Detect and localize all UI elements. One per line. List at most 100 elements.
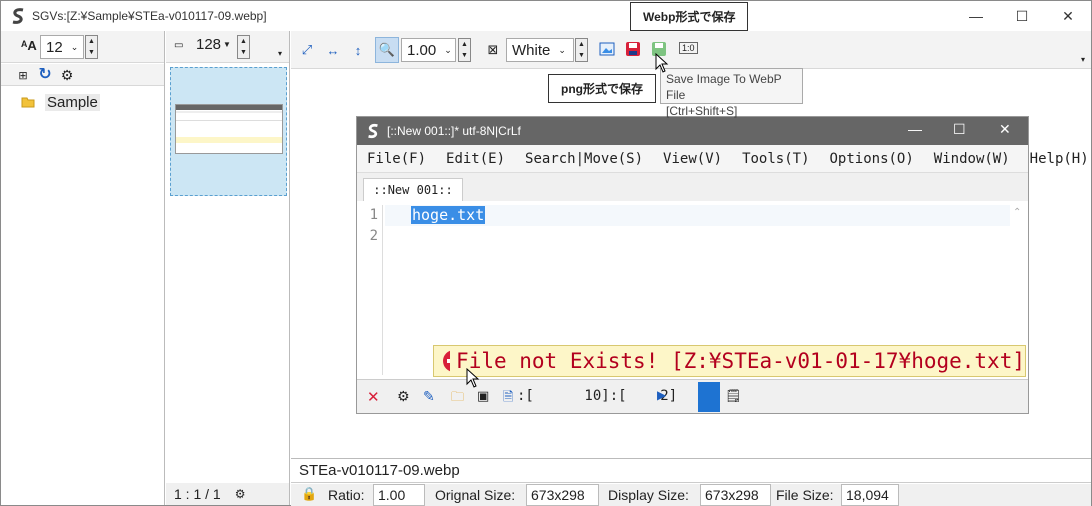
background-stepper[interactable]: ▲ ▼ (575, 38, 588, 62)
close-doc-icon: ✕ (367, 389, 380, 406)
filename-label: STEa-v010117-09.webp (299, 462, 460, 479)
menu-view: View(V) (663, 150, 723, 167)
menu-search: Search|Move(S) (525, 150, 644, 167)
scroll-up-icon: ⌃ (1013, 207, 1022, 218)
app-logo-icon (12, 8, 24, 24)
mouse-cursor-icon (466, 368, 480, 388)
menu-window: Window(W) (933, 150, 1010, 167)
menu-file: File(F) (367, 150, 427, 167)
editor-title: [::New 001::]* utf-8N|CrLf (387, 124, 521, 138)
zoom-value: 1.00 (407, 41, 437, 59)
thumb-size-value: 128 (196, 36, 222, 53)
original-size-value: 673x298 (526, 484, 599, 506)
editor-toolbar: ✕ ⚙ ✎ 🗀 ▣ 🗎 :[ 10]:[ 2] ▶ 🗒 (357, 379, 1028, 413)
refresh-icon[interactable]: ↻ (35, 64, 55, 84)
selected-text: hoge.txt (411, 206, 486, 224)
fit-width-icon[interactable]: ↔ (323, 40, 343, 60)
actual-size-icon[interactable]: 1:0 (679, 42, 698, 54)
menu-help: Help(H) (1029, 150, 1089, 167)
page-counter: 1 : 1 / 1 (174, 486, 221, 502)
editor-minimize-icon: — (908, 121, 922, 137)
png-callout: png形式で保存 (548, 74, 656, 103)
terminal-icon: ▣ (477, 388, 490, 403)
display-size-value: 673x298 (700, 484, 771, 506)
ratio-label: Ratio: (328, 487, 365, 503)
file-size-value: 18,094 (841, 484, 899, 506)
wrap-toggle-icon (698, 382, 720, 412)
thumb-toolbar: ▭ 128 ▼ ▲ ▼ ▾ (166, 31, 289, 63)
webp-callout: Webp形式で保存 (630, 2, 749, 31)
chevron-down-icon: ⌄ (558, 44, 566, 55)
document-icon: 🗎 (503, 389, 514, 404)
title-bar: SGVs:[Z:¥Sample¥STEa-v010117-09.webp] — … (1, 1, 1091, 31)
tree-toolbar: ⊞ ↻ ⚙ (1, 64, 164, 86)
original-size-label: Orignal Size: (435, 487, 516, 503)
tree-item-sample[interactable]: Sample (21, 91, 101, 113)
open-folder-icon: 🗀 (451, 389, 465, 404)
display-size-label: Display Size: (608, 487, 689, 503)
error-message: File not Exists! [Z:¥STEa-v01-01-17¥hoge… (456, 349, 1025, 373)
chevron-down-icon: ⌄ (444, 44, 452, 55)
hint-line1: Save Image To WebP File (666, 72, 782, 102)
editor-tab: ::New 001:: (363, 178, 463, 201)
caret-down-icon: ▼ (223, 40, 231, 49)
overflow-icon[interactable]: ▾ (278, 49, 282, 58)
gear-icon[interactable]: ⚙ (57, 65, 77, 85)
background-icon: ⊠ (487, 42, 499, 57)
webp-hint-tooltip: Save Image To WebP File [Ctrl+Shift+S] (660, 68, 803, 118)
line-number: 2 (369, 228, 378, 244)
tree-view-icon[interactable]: ⊞ (13, 65, 33, 85)
minimize-button[interactable]: — (953, 1, 999, 31)
folder-panel: ᴬA 12 ⌄ ▲ ▼ ⊞ ↻ ⚙ Sample (1, 31, 165, 505)
file-size-label: File Size: (776, 487, 834, 503)
app-logo-icon (368, 123, 378, 139)
font-size-stepper[interactable]: ▲ ▼ (85, 35, 98, 59)
thumb-size-stepper[interactable]: ▲ ▼ (237, 35, 250, 59)
font-size-icon: ᴬA (21, 38, 37, 53)
mouse-cursor-icon (655, 53, 669, 73)
thumb-footer: 1 : 1 / 1 ⚙ (166, 483, 289, 505)
close-button[interactable]: ✕ (1045, 1, 1091, 31)
chevron-down-icon: ⌄ (70, 41, 79, 52)
menu-tools: Tools(T) (742, 150, 810, 167)
lock-icon: 🔒 (301, 486, 318, 501)
font-size-value: 12 (46, 38, 63, 56)
menu-edit: Edit(E) (446, 150, 506, 167)
viewer-toolbar: ⤢ ↔ ↕ 🔍 1.00 ⌄ ▲ ▼ ⊠ White ⌄ ▲ ▼ 1:0 ▾ (291, 31, 1091, 69)
editor-window-image: [::New 001::]* utf-8N|CrLf — ☐ ✕ File(F)… (356, 116, 1089, 414)
hint-line2: [Ctrl+Shift+S] (666, 104, 738, 118)
font-size-select[interactable]: 12 ⌄ (40, 35, 84, 59)
cursor-position: :[ 10]:[ 2] (517, 388, 678, 404)
copy-image-icon[interactable] (599, 42, 615, 56)
error-banner: File not Exists! [Z:¥STEa-v01-01-17¥hoge… (433, 345, 1026, 377)
editor-menubar: File(F) Edit(E) Search|Move(S) View(V) T… (357, 145, 1089, 173)
no-entry-icon (443, 350, 451, 372)
fit-height-icon[interactable]: ↕ (348, 40, 368, 60)
settings-icon[interactable]: ⚙ (235, 487, 246, 501)
background-select[interactable]: White ⌄ (506, 38, 574, 62)
pointer-icon: ▶ (657, 388, 667, 402)
ratio-value: 1.00 (373, 484, 425, 506)
save-png-icon[interactable] (625, 41, 641, 57)
thumbnail-image (175, 104, 283, 154)
zoom-stepper[interactable]: ▲ ▼ (458, 38, 471, 62)
pencil-icon: ✎ (423, 388, 435, 404)
editor-tabbar: ::New 001:: (357, 173, 1028, 201)
editor-close-icon: ✕ (999, 121, 1011, 137)
line-gutter: 1 2 (363, 205, 383, 375)
zoom-select[interactable]: 1.00 ⌄ (401, 38, 456, 62)
folder-toolbar: ᴬA 12 ⌄ ▲ ▼ (1, 31, 164, 63)
note-icon: 🗒 (725, 388, 742, 403)
filename-bar: STEa-v010117-09.webp (291, 458, 1091, 483)
line-number: 1 (369, 207, 378, 223)
zoom-mode-icon[interactable]: 🔍 (375, 37, 399, 63)
thumb-size-select[interactable]: 128 ▼ (196, 36, 231, 53)
editor-title-bar: [::New 001::]* utf-8N|CrLf — ☐ ✕ (357, 117, 1028, 145)
fit-window-icon[interactable]: ⤢ (297, 40, 317, 60)
editor-maximize-icon: ☐ (953, 121, 966, 137)
overflow-icon[interactable]: ▾ (1081, 55, 1085, 64)
thumbnail-item[interactable] (170, 67, 287, 196)
maximize-button[interactable]: ☐ (999, 1, 1045, 31)
menu-options: Options(O) (829, 150, 914, 167)
gear-icon: ⚙ (397, 388, 410, 404)
